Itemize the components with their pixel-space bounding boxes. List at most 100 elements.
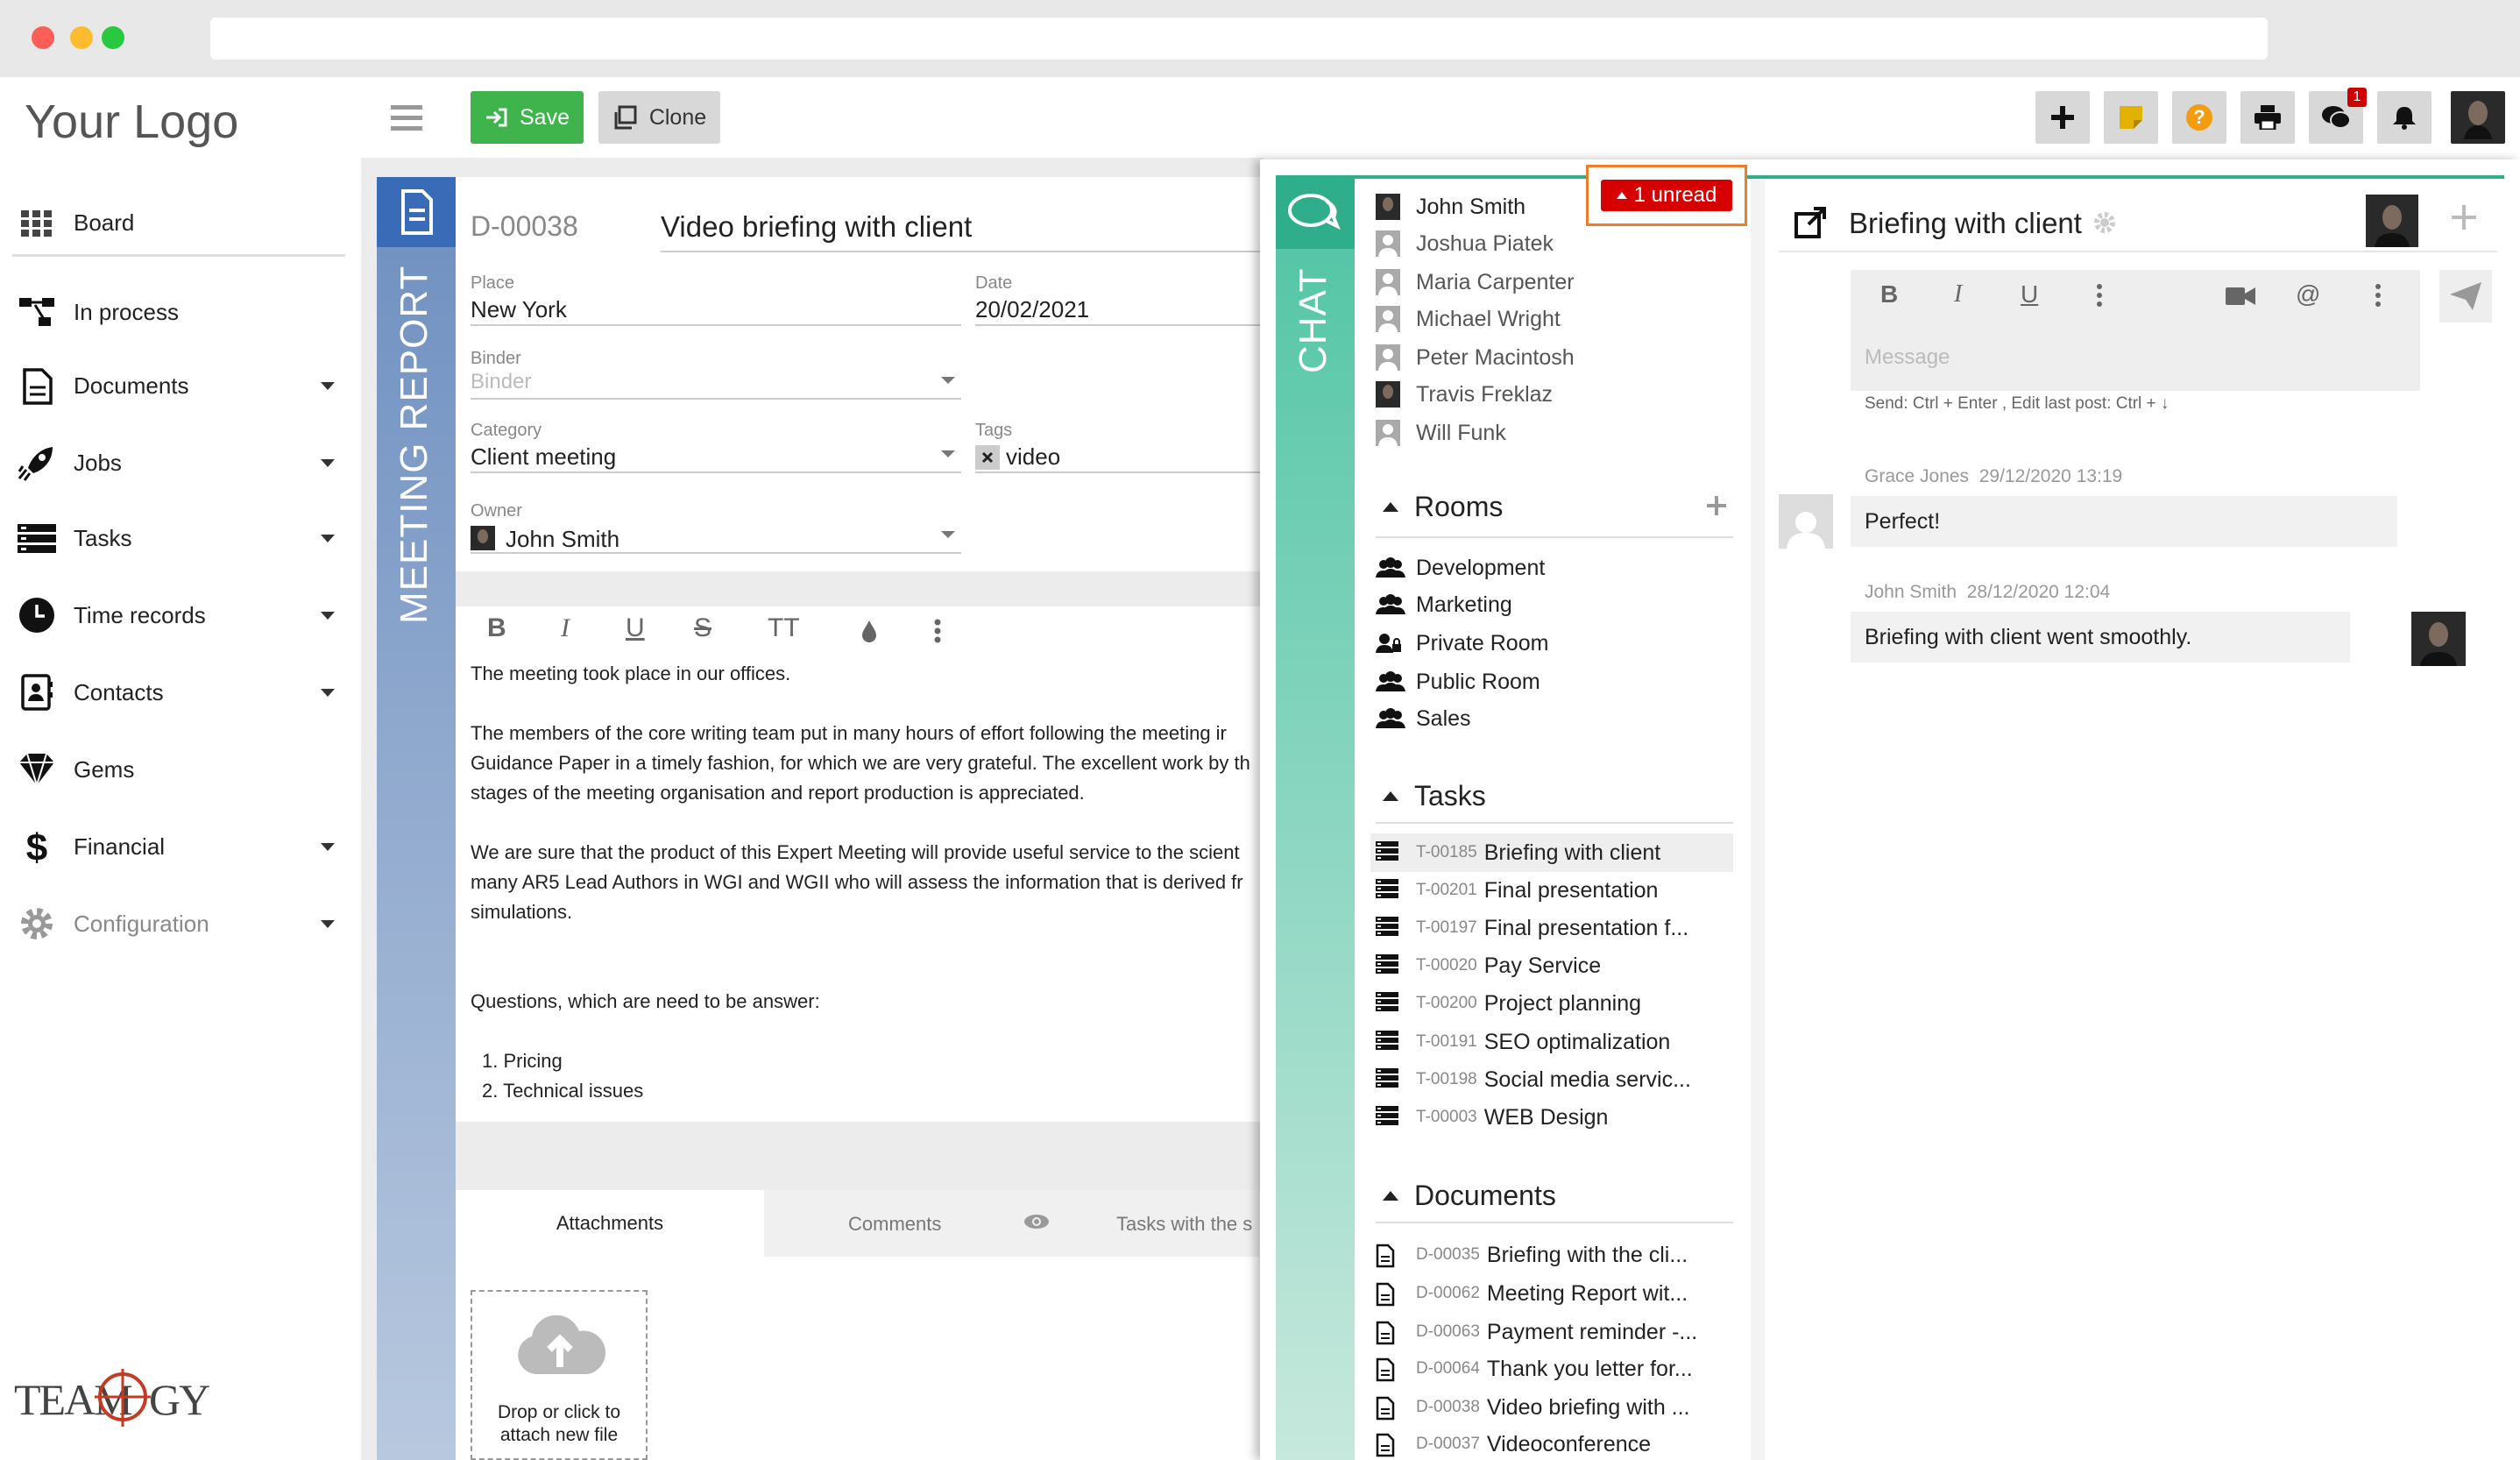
bold-button[interactable]: B xyxy=(1880,280,1898,308)
chat-contact[interactable]: John Smith xyxy=(1376,189,1525,224)
sidebar-item-jobs[interactable]: Jobs xyxy=(0,428,350,498)
chevron-down-icon[interactable] xyxy=(321,534,335,542)
print-button[interactable] xyxy=(2240,91,2295,144)
add-participant-icon[interactable] xyxy=(2452,205,2476,230)
sidebar-item-in-process[interactable]: In process xyxy=(0,277,350,347)
file-dropzone[interactable]: Drop or click to attach new file xyxy=(471,1290,648,1460)
document-item[interactable]: D-00063 Payment reminder -... xyxy=(1376,1315,1697,1350)
save-button[interactable]: Save xyxy=(471,91,584,144)
chat-contact[interactable]: Joshua Piatek xyxy=(1376,226,1554,261)
chevron-down-icon[interactable] xyxy=(941,450,955,457)
message-composer[interactable] xyxy=(1851,270,2420,391)
document-item[interactable]: D-00035 Briefing with the cli... xyxy=(1376,1237,1688,1272)
chevron-down-icon[interactable] xyxy=(941,377,955,384)
room-item[interactable]: Development xyxy=(1376,550,1545,585)
more-options-icon[interactable] xyxy=(2096,284,2103,307)
unread-badge[interactable]: 1 unread xyxy=(1601,180,1732,211)
message-input[interactable]: Message xyxy=(1865,345,1950,370)
chat-contact[interactable]: Maria Carpenter xyxy=(1376,265,1575,300)
italic-button[interactable]: I xyxy=(561,613,570,643)
room-item[interactable]: Sales xyxy=(1376,701,1471,736)
category-select[interactable]: Client meeting xyxy=(471,443,616,471)
menu-toggle-icon[interactable] xyxy=(391,105,426,131)
eye-icon[interactable] xyxy=(1023,1213,1050,1230)
task-item[interactable]: T-00201 Final presentation xyxy=(1376,873,1658,908)
room-item[interactable]: Marketing xyxy=(1376,587,1512,622)
close-window-button[interactable] xyxy=(32,26,54,49)
chevron-down-icon[interactable] xyxy=(321,919,335,928)
remove-tag-icon[interactable] xyxy=(975,445,1000,470)
italic-button[interactable]: I xyxy=(1954,280,1962,308)
strikethrough-button[interactable]: S xyxy=(694,613,711,643)
place-field[interactable]: New York xyxy=(471,296,567,323)
document-title-input[interactable]: Video briefing with client xyxy=(661,210,972,244)
chevron-down-icon[interactable] xyxy=(321,688,335,697)
gear-icon[interactable] xyxy=(2092,210,2117,235)
task-item[interactable]: T-00198 Social media servic... xyxy=(1376,1062,1691,1097)
room-item[interactable]: Public Room xyxy=(1376,664,1540,699)
chat-contact[interactable]: Michael Wright xyxy=(1376,301,1561,337)
task-item[interactable]: T-00200 Project planning xyxy=(1376,986,1641,1021)
task-item[interactable]: T-00003 WEB Design xyxy=(1376,1100,1608,1135)
chevron-down-icon[interactable] xyxy=(321,458,335,467)
chat-button[interactable]: 1 xyxy=(2309,88,2367,144)
minimize-window-button[interactable] xyxy=(70,26,93,49)
video-call-icon[interactable] xyxy=(2226,287,2255,305)
chevron-down-icon[interactable] xyxy=(321,381,335,390)
sidebar-item-time-records[interactable]: Time records xyxy=(0,580,350,650)
clone-button[interactable]: Clone xyxy=(598,91,720,144)
underline-button[interactable]: U xyxy=(626,613,645,643)
add-room-icon[interactable] xyxy=(1707,496,1726,515)
document-item[interactable]: D-00038 Video briefing with ... xyxy=(1376,1390,1690,1425)
sidebar-item-financial[interactable]: $ Financial xyxy=(0,812,350,882)
chat-contact[interactable]: Travis Freklaz xyxy=(1376,377,1553,412)
document-item[interactable]: D-00037 Videoconference xyxy=(1376,1427,1651,1460)
chevron-down-icon[interactable] xyxy=(941,531,955,538)
logo[interactable]: Your Logo xyxy=(25,95,238,149)
task-item[interactable]: T-00020 Pay Service xyxy=(1376,948,1601,983)
address-bar[interactable] xyxy=(210,18,2268,60)
notes-button[interactable] xyxy=(2104,91,2158,144)
date-field[interactable]: 20/02/2021 xyxy=(975,296,1089,323)
task-item[interactable]: T-00191 SEO optimalization xyxy=(1376,1024,1670,1060)
document-item[interactable]: D-00064 Thank you letter for... xyxy=(1376,1351,1693,1386)
send-button[interactable] xyxy=(2439,270,2492,322)
maximize-window-button[interactable] xyxy=(102,26,124,49)
help-button[interactable]: ? xyxy=(2172,91,2226,144)
tab-attachments[interactable]: Attachments xyxy=(456,1190,764,1257)
sidebar-item-board[interactable]: Board xyxy=(0,188,350,258)
tab-tasks[interactable]: Tasks with the s xyxy=(1116,1213,1252,1236)
chevron-down-icon[interactable] xyxy=(321,611,335,620)
tasks-header[interactable]: Tasks xyxy=(1383,780,1486,812)
open-external-icon[interactable] xyxy=(1794,207,1828,238)
chevron-down-icon[interactable] xyxy=(321,842,335,851)
more-options-icon[interactable] xyxy=(934,619,941,643)
underline-button[interactable]: U xyxy=(2021,280,2038,308)
notifications-button[interactable] xyxy=(2377,91,2432,144)
sidebar-item-contacts[interactable]: Contacts xyxy=(0,657,350,727)
text-color-icon[interactable] xyxy=(860,619,878,643)
add-button[interactable] xyxy=(2035,91,2090,144)
bold-button[interactable]: B xyxy=(487,613,506,643)
font-size-button[interactable]: TT xyxy=(768,613,800,643)
room-item[interactable]: Private Room xyxy=(1376,626,1548,661)
sidebar-item-documents[interactable]: Documents xyxy=(0,351,350,421)
documents-header[interactable]: Documents xyxy=(1383,1180,1556,1212)
task-item[interactable]: T-00197 Final presentation f... xyxy=(1376,911,1688,946)
sidebar-item-tasks[interactable]: Tasks xyxy=(0,503,350,573)
tab-comments[interactable]: Comments xyxy=(848,1213,941,1236)
more-options-icon[interactable] xyxy=(2375,284,2382,307)
user-avatar[interactable] xyxy=(2451,91,2505,144)
chat-contact[interactable]: Peter Macintosh xyxy=(1376,340,1575,375)
binder-select[interactable]: Binder xyxy=(471,370,531,394)
sidebar-item-configuration[interactable]: Configuration xyxy=(0,889,350,959)
sidebar-item-gems[interactable]: Gems xyxy=(0,734,350,804)
mention-icon[interactable]: @ xyxy=(2296,280,2320,308)
task-item[interactable]: T-00185 Briefing with client xyxy=(1376,835,1660,870)
document-item[interactable]: D-00062 Meeting Report wit... xyxy=(1376,1276,1688,1311)
chat-contact[interactable]: Will Funk xyxy=(1376,415,1506,450)
tag-chip[interactable]: video xyxy=(1006,443,1060,471)
place-underline xyxy=(471,324,961,326)
rooms-header[interactable]: Rooms xyxy=(1383,491,1503,523)
owner-select[interactable]: John Smith xyxy=(506,526,619,553)
